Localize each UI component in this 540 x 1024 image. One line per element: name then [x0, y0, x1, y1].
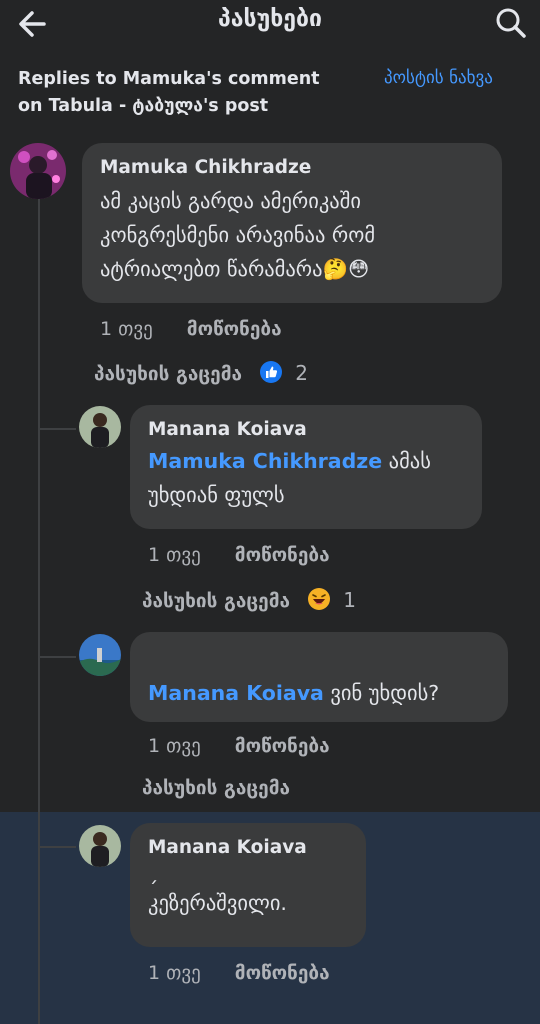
- comment-bubble: Manana Koiava ვინ უხდის?: [130, 632, 508, 722]
- reply-row: პასუხის გაცემა 2: [94, 360, 308, 385]
- comment-text: ვინ უხდის?: [323, 681, 440, 705]
- comment-bubble: Manana Koiava Mamuka Chikhradze ამას უხდ…: [130, 405, 482, 529]
- thread-connector: [38, 846, 76, 848]
- reply-row: პასუხის გაცემა: [142, 777, 290, 799]
- comment-author[interactable]: Manana Koiava: [148, 837, 348, 858]
- mention-link[interactable]: Manana Koiava: [148, 681, 324, 705]
- reply-button[interactable]: პასუხის გაცემა: [94, 363, 242, 385]
- avatar[interactable]: [79, 406, 121, 448]
- like-button[interactable]: მოწონება: [235, 544, 330, 566]
- like-button[interactable]: მოწონება: [235, 735, 330, 757]
- thread-line: [38, 195, 40, 1024]
- comment-meta: 1 თვე მოწონება: [100, 318, 282, 340]
- comment-author[interactable]: Mamuka Chikhradze: [100, 157, 484, 178]
- comment-text-line: ამ კაცის გარდა ამერიკაში: [100, 189, 361, 213]
- reaction-count[interactable]: 2: [295, 361, 308, 385]
- comment-text: ამას: [382, 449, 431, 473]
- thread-connector: [38, 428, 76, 430]
- haha-icon: [307, 588, 330, 610]
- thread-connector: [38, 656, 76, 658]
- reply-button[interactable]: პასუხის გაცემა: [142, 777, 290, 799]
- search-icon: [496, 8, 526, 38]
- comment-bubble: Mamuka Chikhradze ამ კაცის გარდა ამერიკა…: [82, 143, 502, 303]
- comment-time: 1 თვე: [100, 318, 153, 340]
- like-icon: [259, 361, 282, 383]
- comment-meta: 1 თვე მოწონება: [148, 544, 330, 566]
- comment-meta: 1 თვე მოწონება: [148, 962, 330, 984]
- replies-context: Replies to Mamuka's comment on Tabula - …: [18, 69, 320, 116]
- avatar[interactable]: [79, 825, 121, 867]
- comment-text-line: კეზერაშვილი.: [148, 891, 287, 915]
- comment-time: 1 თვე: [148, 544, 201, 566]
- like-button[interactable]: მოწონება: [187, 318, 282, 340]
- comment-text-line: ატრიალებთ წარამარა🤔😳: [100, 257, 370, 281]
- top-bar: პასუხები: [0, 0, 540, 52]
- comment-meta: 1 თვე მოწონება: [148, 735, 330, 757]
- comment-time: 1 თვე: [148, 735, 201, 757]
- comment-text-line: უხდიან ფულს: [148, 483, 285, 507]
- search-button[interactable]: [490, 4, 530, 44]
- mention-link[interactable]: Mamuka Chikhradze: [148, 449, 382, 473]
- comment-time: 1 თვე: [148, 962, 201, 984]
- comment-bubble: Manana Koiava ˏ კეზერაშვილი.: [130, 823, 366, 947]
- avatar[interactable]: [10, 143, 66, 199]
- comment-text-line: კონგრესმენი არავინაა რომ: [100, 223, 376, 247]
- view-post-link[interactable]: პოსტის ნახვა: [384, 68, 493, 88]
- reply-button[interactable]: პასუხის გაცემა: [142, 590, 290, 612]
- comment-author[interactable]: Manana Koiava: [148, 419, 464, 440]
- like-button[interactable]: მოწონება: [235, 962, 330, 984]
- reaction-count[interactable]: 1: [343, 588, 356, 612]
- comment-text-line: ˏ: [148, 860, 159, 884]
- avatar[interactable]: [79, 634, 121, 676]
- page-title: პასუხები: [218, 6, 322, 32]
- reply-row: პასუხის გაცემა 1: [142, 587, 356, 612]
